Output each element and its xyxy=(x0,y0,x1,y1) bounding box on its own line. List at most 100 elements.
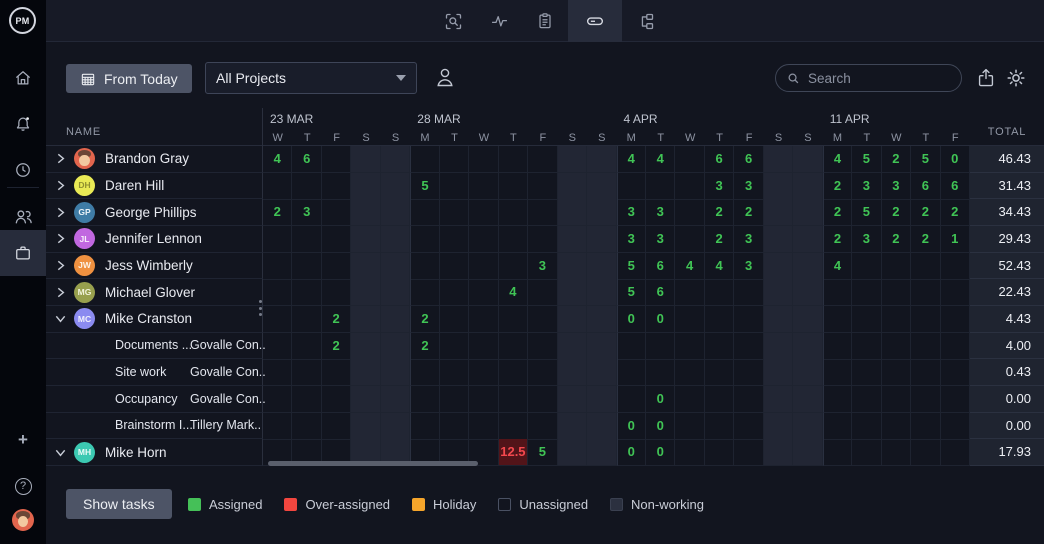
tab-workflow[interactable] xyxy=(622,0,668,42)
day-cell[interactable] xyxy=(587,226,616,253)
day-cell[interactable] xyxy=(410,359,439,386)
day-cell[interactable] xyxy=(292,279,321,306)
day-cell[interactable] xyxy=(381,306,410,333)
day-cell[interactable]: 6 xyxy=(734,146,763,173)
day-cell[interactable] xyxy=(499,413,528,440)
day-cell[interactable]: 6 xyxy=(646,253,675,280)
day-cell[interactable]: 0 xyxy=(646,306,675,333)
day-cell[interactable] xyxy=(675,306,704,333)
day-cell[interactable] xyxy=(911,386,940,413)
day-cell[interactable] xyxy=(558,439,587,466)
day-cell[interactable] xyxy=(617,386,646,413)
day-cell[interactable]: 3 xyxy=(852,226,881,253)
day-cell[interactable] xyxy=(675,413,704,440)
day-cell[interactable] xyxy=(617,359,646,386)
day-cell[interactable] xyxy=(499,226,528,253)
day-cell[interactable]: 3 xyxy=(882,173,911,200)
day-cell[interactable]: 5 xyxy=(852,199,881,226)
day-cell[interactable] xyxy=(764,359,793,386)
day-cell[interactable] xyxy=(292,359,321,386)
day-cell[interactable] xyxy=(675,359,704,386)
day-cell[interactable] xyxy=(852,386,881,413)
chevron-right-icon[interactable] xyxy=(55,287,72,298)
day-cell[interactable]: 6 xyxy=(646,279,675,306)
day-cell[interactable] xyxy=(646,333,675,360)
day-cell[interactable] xyxy=(705,386,734,413)
day-cell[interactable] xyxy=(410,253,439,280)
day-cell[interactable] xyxy=(823,333,852,360)
day-cell[interactable] xyxy=(941,439,970,466)
horizontal-scrollbar[interactable] xyxy=(268,461,478,466)
day-cell[interactable] xyxy=(381,253,410,280)
day-cell[interactable] xyxy=(440,306,469,333)
day-cell[interactable] xyxy=(528,146,557,173)
day-cell[interactable] xyxy=(351,386,380,413)
day-cell[interactable] xyxy=(764,439,793,466)
day-cell[interactable] xyxy=(587,279,616,306)
day-cell[interactable]: 3 xyxy=(617,199,646,226)
day-cell[interactable] xyxy=(381,199,410,226)
day-cell[interactable] xyxy=(793,199,822,226)
day-cell[interactable] xyxy=(558,199,587,226)
day-cell[interactable]: 2 xyxy=(823,199,852,226)
day-cell[interactable] xyxy=(911,306,940,333)
day-cell[interactable] xyxy=(705,439,734,466)
day-cell[interactable] xyxy=(734,279,763,306)
day-cell[interactable] xyxy=(322,279,351,306)
day-cell[interactable] xyxy=(292,253,321,280)
day-cell[interactable] xyxy=(764,413,793,440)
day-cell[interactable] xyxy=(440,413,469,440)
day-cell[interactable] xyxy=(646,173,675,200)
day-cell[interactable] xyxy=(764,333,793,360)
day-cell[interactable] xyxy=(528,306,557,333)
day-cell[interactable] xyxy=(558,306,587,333)
day-cell[interactable]: 2 xyxy=(410,333,439,360)
day-cell[interactable] xyxy=(381,146,410,173)
day-cell[interactable] xyxy=(351,173,380,200)
task-name-cell[interactable]: Documents ...Govalle Con.. xyxy=(46,333,263,360)
day-cell[interactable] xyxy=(263,173,292,200)
day-cell[interactable] xyxy=(528,386,557,413)
day-cell[interactable] xyxy=(440,333,469,360)
day-cell[interactable] xyxy=(793,359,822,386)
day-cell[interactable]: 5 xyxy=(410,173,439,200)
day-cell[interactable]: 2 xyxy=(410,306,439,333)
day-cell[interactable] xyxy=(793,279,822,306)
day-cell[interactable] xyxy=(351,306,380,333)
day-cell[interactable] xyxy=(381,359,410,386)
day-cell[interactable]: 2 xyxy=(705,199,734,226)
day-cell[interactable] xyxy=(381,386,410,413)
day-cell[interactable] xyxy=(941,333,970,360)
day-cell[interactable]: 4 xyxy=(675,253,704,280)
day-cell[interactable] xyxy=(793,253,822,280)
assignee-filter-icon[interactable] xyxy=(433,64,457,90)
day-cell[interactable] xyxy=(941,279,970,306)
member-name-cell[interactable]: JWJess Wimberly xyxy=(46,253,263,280)
day-cell[interactable] xyxy=(675,199,704,226)
day-cell[interactable]: 5 xyxy=(617,279,646,306)
day-cell[interactable] xyxy=(587,386,616,413)
day-cell[interactable] xyxy=(941,386,970,413)
day-cell[interactable] xyxy=(351,253,380,280)
day-cell[interactable] xyxy=(469,413,498,440)
day-cell[interactable] xyxy=(823,386,852,413)
day-cell[interactable] xyxy=(263,359,292,386)
day-cell[interactable] xyxy=(705,413,734,440)
day-cell[interactable] xyxy=(675,386,704,413)
day-cell[interactable] xyxy=(705,359,734,386)
day-cell[interactable] xyxy=(734,306,763,333)
day-cell[interactable]: 2 xyxy=(882,226,911,253)
day-cell[interactable] xyxy=(292,333,321,360)
day-cell[interactable] xyxy=(793,413,822,440)
chevron-right-icon[interactable] xyxy=(55,180,72,191)
sidebar-item-notifications[interactable] xyxy=(0,107,46,141)
day-cell[interactable] xyxy=(882,333,911,360)
day-cell[interactable]: 4 xyxy=(823,146,852,173)
project-filter-dropdown[interactable]: All Projects xyxy=(205,62,417,94)
day-cell[interactable] xyxy=(440,146,469,173)
day-cell[interactable]: 2 xyxy=(911,199,940,226)
day-cell[interactable] xyxy=(558,333,587,360)
day-cell[interactable] xyxy=(558,253,587,280)
day-cell[interactable] xyxy=(440,199,469,226)
chevron-down-icon[interactable] xyxy=(55,313,72,324)
